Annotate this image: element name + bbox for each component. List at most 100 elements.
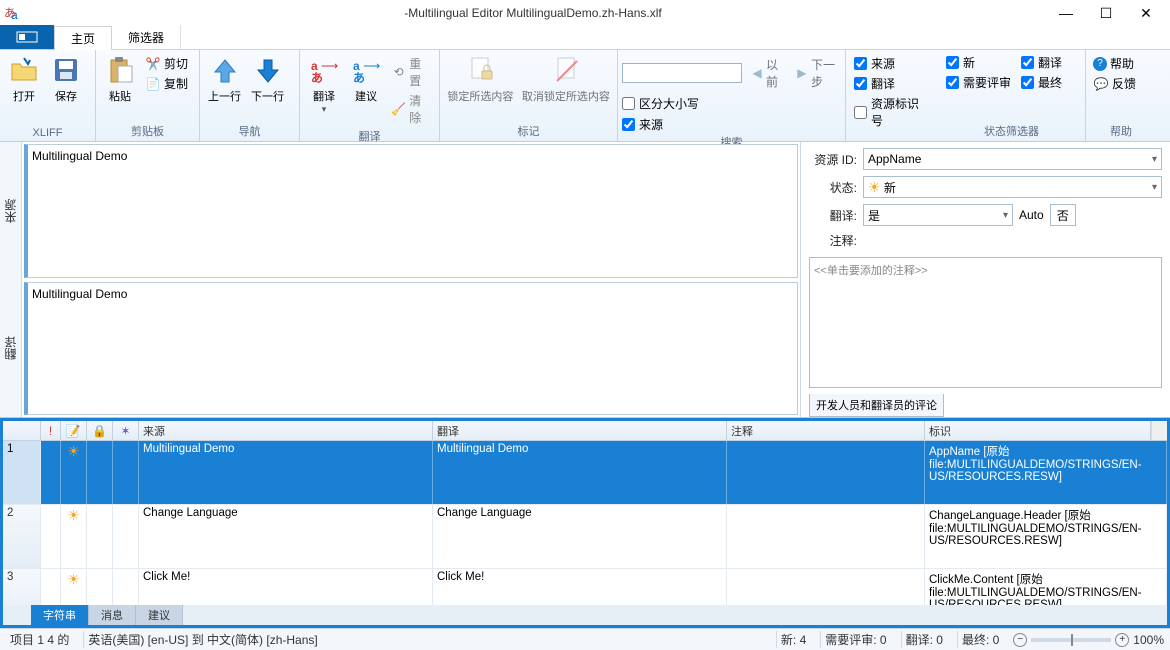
zoom-control[interactable]: − + 100% [1013, 633, 1164, 647]
clear-icon: 🧹 [391, 101, 406, 117]
file-tab[interactable] [0, 25, 54, 49]
svg-text:あ: あ [353, 71, 365, 84]
translate-button[interactable]: a⟶あ翻译▾ [304, 52, 344, 117]
filter-resid-checkbox[interactable]: 资源标识号 [854, 95, 930, 129]
comment-label: 注释: [809, 232, 857, 249]
cell-translation[interactable]: Multilingual Demo [433, 441, 727, 504]
cut-icon: ✂️ [145, 56, 161, 72]
tab-home[interactable]: 主页 [54, 26, 112, 50]
cell-source: Multilingual Demo [139, 441, 433, 504]
state-label: 状态: [809, 179, 857, 196]
cell-translation[interactable]: Change Language [433, 505, 727, 568]
search-prev-button[interactable]: ◀以前 [748, 55, 787, 91]
status-trans: 翻译: 0 [901, 631, 947, 648]
trans-label: 翻译: [809, 207, 857, 224]
open-icon [8, 54, 40, 86]
status-items: 项目 1 4 的 [6, 631, 73, 648]
state-review-checkbox[interactable]: 需要评审 [946, 74, 1011, 91]
copy-button[interactable]: 📄复制 [142, 74, 191, 93]
table-row[interactable]: 2☀Change LanguageChange LanguageChangeLa… [3, 505, 1167, 569]
reset-button[interactable]: ⟲重置 [388, 54, 435, 90]
maximize-button[interactable]: ☐ [1086, 0, 1126, 26]
paste-button[interactable]: 粘贴 [100, 52, 140, 106]
copy-icon: 📄 [145, 76, 161, 92]
auto-value: 否 [1050, 204, 1076, 226]
state-new-checkbox[interactable]: 新 [946, 54, 1011, 71]
content-area: 来源 Multilingual Demo 翻译 Multilingual Dem… [0, 142, 1170, 418]
table-row[interactable]: 1☀Multilingual DemoMultilingual DemoAppN… [3, 441, 1167, 505]
ribbon: 打开 保存 XLIFF 粘贴 ✂️剪切 📄复制 剪贴板 上一行 下一行 导航 a… [0, 50, 1170, 142]
svg-text:⟶: ⟶ [363, 59, 380, 73]
svg-text:あ: あ [311, 71, 323, 84]
cell-id: ChangeLanguage.Header [原始 file:MULTILING… [925, 505, 1167, 568]
status-langs: 英语(美国) [en-US] 到 中文(简体) [zh-Hans] [83, 631, 321, 648]
col-comment[interactable]: 注释 [727, 421, 925, 440]
target-text-box[interactable]: Multilingual Demo [24, 282, 798, 416]
filter-source-checkbox[interactable]: 来源 [622, 116, 841, 133]
sun-icon: ☀ [868, 179, 881, 196]
row-number: 1 [3, 441, 41, 504]
grid-body[interactable]: 1☀Multilingual DemoMultilingual DemoAppN… [3, 441, 1167, 605]
save-icon [50, 54, 82, 86]
search-input[interactable] [622, 63, 742, 83]
state-final-checkbox[interactable]: 最终 [1021, 74, 1062, 91]
tab-suggestions[interactable]: 建议 [136, 605, 183, 625]
lock-selection-button[interactable]: 锁定所选内容 [444, 52, 517, 106]
resid-select[interactable]: AppName [863, 148, 1162, 170]
clear-button[interactable]: 🧹清除 [388, 91, 435, 127]
state-select[interactable]: ☀ 新 [863, 176, 1162, 198]
next-row-button[interactable]: 下一行 [247, 52, 288, 106]
feedback-icon: 💬 [1093, 76, 1109, 92]
zoom-out-button[interactable]: − [1013, 633, 1027, 647]
suggest-button[interactable]: a⟶あ建议 [346, 52, 386, 106]
sparkle-icon: ✶ [118, 423, 134, 439]
col-flag[interactable]: ! [41, 421, 61, 440]
search-next-button[interactable]: ▶下一步 [793, 55, 841, 91]
row-number: 2 [3, 505, 41, 568]
group-selection-label: 标记 [444, 122, 613, 141]
zoom-slider[interactable] [1031, 638, 1111, 642]
lock-icon [464, 54, 496, 86]
open-button[interactable]: 打开 [4, 52, 44, 106]
save-button[interactable]: 保存 [46, 52, 86, 106]
group-clipboard-label: 剪贴板 [100, 122, 195, 141]
svg-text:a: a [11, 8, 18, 21]
auto-label: Auto [1019, 208, 1044, 222]
sun-icon: ☀ [61, 441, 87, 504]
col-id[interactable]: 标识 [925, 421, 1151, 440]
cell-translation[interactable]: Click Me! [433, 569, 727, 605]
table-row[interactable]: 3☀Click Me!Click Me!ClickMe.Content [原始 … [3, 569, 1167, 605]
edit-icon: 📝 [65, 423, 81, 439]
tab-messages[interactable]: 消息 [89, 605, 136, 625]
help-button[interactable]: ?帮助 [1090, 54, 1139, 73]
col-source[interactable]: 来源 [139, 421, 433, 440]
target-pane-label: 翻译 [0, 280, 22, 418]
match-case-checkbox[interactable]: 区分大小写 [622, 95, 841, 112]
minimize-button[interactable]: — [1046, 0, 1086, 26]
comments-tab[interactable]: 开发人员和翻译员的评论 [809, 394, 944, 417]
col-lock[interactable]: 🔒 [87, 421, 113, 440]
close-button[interactable]: ✕ [1126, 0, 1166, 26]
prev-row-button[interactable]: 上一行 [204, 52, 245, 106]
feedback-button[interactable]: 💬反馈 [1090, 74, 1139, 93]
cell-source: Click Me! [139, 569, 433, 605]
tab-filter[interactable]: 筛选器 [112, 25, 181, 49]
col-state[interactable]: 📝 [61, 421, 87, 440]
unlock-selection-button[interactable]: 取消锁定所选内容 [519, 52, 613, 106]
col-translation[interactable]: 翻译 [433, 421, 727, 440]
tab-strings[interactable]: 字符串 [31, 605, 89, 625]
state-trans-checkbox[interactable]: 翻译 [1021, 54, 1062, 71]
translate-select[interactable]: 是 [863, 204, 1013, 226]
zoom-in-button[interactable]: + [1115, 633, 1129, 647]
unlock-icon [550, 54, 582, 86]
comments-box[interactable]: <<单击要添加的注释>> [809, 257, 1162, 388]
status-final: 最终: 0 [957, 631, 1003, 648]
filter-translation-checkbox[interactable]: 翻译 [854, 75, 930, 92]
translate-icon: a⟶あ [308, 54, 340, 86]
filter-source-checkbox2[interactable]: 来源 [854, 55, 930, 72]
zoom-value: 100% [1133, 633, 1164, 647]
group-state-filter-label: 状态筛选器 [942, 122, 1081, 141]
source-text-box: Multilingual Demo [24, 144, 798, 278]
cut-button[interactable]: ✂️剪切 [142, 54, 191, 73]
col-auto[interactable]: ✶ [113, 421, 139, 440]
